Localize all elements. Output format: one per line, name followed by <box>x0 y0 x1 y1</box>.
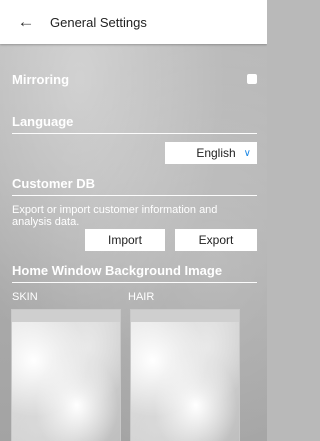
mirroring-label: Mirroring <box>12 71 70 87</box>
skin-background-image <box>12 322 120 441</box>
background-labels: SKIN HAIR <box>12 291 257 303</box>
skin-background-thumbnail[interactable] <box>11 309 121 441</box>
language-select[interactable]: English ∨ <box>165 142 257 164</box>
customer-db-title: Customer DB <box>12 176 96 191</box>
settings-screen: ← General Settings Mirroring Language En… <box>0 0 267 441</box>
customer-db-description: Export or import customer information an… <box>12 204 218 228</box>
hair-label: HAIR <box>128 291 155 303</box>
language-row: English ∨ <box>12 142 257 164</box>
background-title: Home Window Background Image <box>12 263 223 278</box>
customer-db-buttons: Import Export <box>12 229 257 251</box>
hair-background-image <box>131 322 239 441</box>
language-title: Language <box>12 114 74 129</box>
background-thumbnails <box>11 309 257 441</box>
background-section-header: Home Window Background Image <box>12 263 257 283</box>
import-button[interactable]: Import <box>85 229 165 251</box>
hair-background-thumbnail[interactable] <box>130 309 240 441</box>
arrow-left-icon: ← <box>17 12 35 31</box>
app-bar: ← General Settings <box>0 0 267 44</box>
back-button[interactable]: ← <box>6 0 46 44</box>
chevron-down-icon: ∨ <box>243 147 251 159</box>
customer-db-section-header: Customer DB <box>12 176 257 196</box>
mirroring-checkbox[interactable] <box>247 74 257 84</box>
mirroring-row: Mirroring <box>12 70 257 88</box>
skin-label: SKIN <box>12 291 38 303</box>
settings-content: Mirroring Language English ∨ Customer DB… <box>0 70 267 441</box>
language-selected-value: English <box>196 146 236 160</box>
export-button[interactable]: Export <box>175 229 257 251</box>
language-section-header: Language <box>12 114 257 134</box>
page-title: General Settings <box>50 14 147 30</box>
